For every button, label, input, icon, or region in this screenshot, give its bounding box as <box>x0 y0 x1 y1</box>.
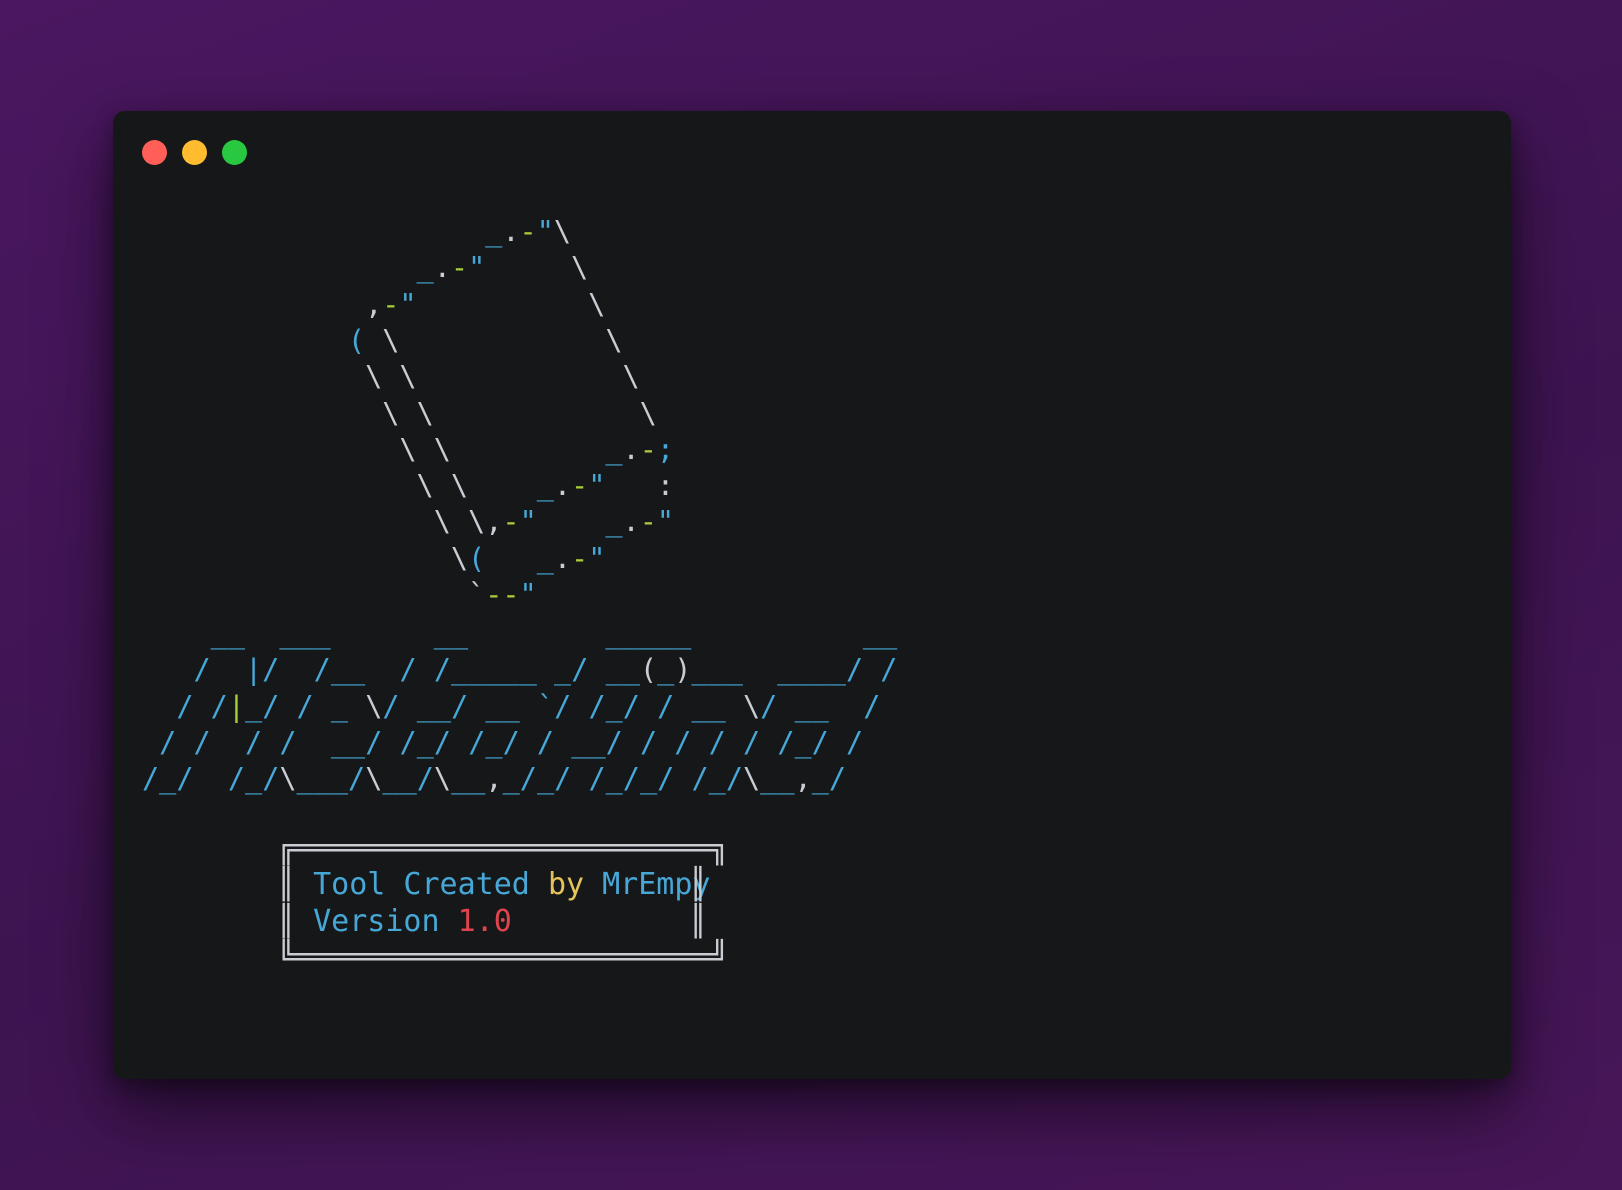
laptop-art-line-8: \ \ _.-" : <box>416 469 675 503</box>
version-number: 1.0 <box>457 904 512 939</box>
laptop-art-line-10: \( _.-" <box>450 541 606 575</box>
info-box-top-border: ╔═══════════════════════╗ <box>277 831 729 866</box>
terminal-output: _.-"\ _.-" \ ,-" \ ( \ \ \ \ \ \ \ \ \ \… <box>113 111 1511 1079</box>
terminal-window: _.-"\ _.-" \ ,-" \ ( \ \ \ \ \ \ \ \ \ \… <box>113 111 1511 1079</box>
info-box-left-border: ║ <box>277 867 296 902</box>
credit-label: Tool Created <box>313 867 530 902</box>
laptop-art-line-6: \ \ \ <box>382 396 657 430</box>
laptop-art-line-11: `--" <box>468 578 537 611</box>
banner-art-line-5: /_/ /_/\___/\__/\__,_/_/ /_/_/ /_/\__,_/ <box>142 762 847 796</box>
banner-art-line-3: / /|_/ / _ \/ __/ __ `/ /_/ / __ \/ __ / <box>176 689 881 723</box>
laptop-art-line-2: _.-" \ <box>416 251 589 285</box>
banner-art-line-2: / |/ /__ / /_____ _/ __(_)___ ____/ / <box>193 653 898 687</box>
laptop-art-line-1: _.-"\ <box>485 215 572 248</box>
info-box-bottom-border: ╚═══════════════════════╝ <box>277 940 729 975</box>
info-box-left-border-2: ║ <box>277 904 296 939</box>
info-box-right-border: ║ <box>689 867 708 902</box>
laptop-art-line-9: \ \,-" _.-" <box>433 505 675 539</box>
info-box-right-border-2: ║ <box>689 904 708 939</box>
credit-by: by <box>547 867 585 902</box>
laptop-art-line-7: \ \ _.-; <box>399 432 675 466</box>
banner-art-line-4: / / / / __/ /_/ /_/ / __/ / / / / /_/ / <box>159 725 864 759</box>
info-box-line-version: ║ Version 1.0 <box>277 903 512 940</box>
version-label: Version <box>313 904 440 939</box>
laptop-art-line-5: \ \ \ <box>365 360 640 394</box>
laptop-art-line-4: ( \ \ <box>347 323 623 357</box>
laptop-art-line-3: ,-" \ <box>365 287 606 321</box>
info-box-line-credit: ║ Tool Created by MrEmpy <box>277 866 711 903</box>
banner-art-line-1: __ ___ __ _____ __ <box>210 617 898 650</box>
